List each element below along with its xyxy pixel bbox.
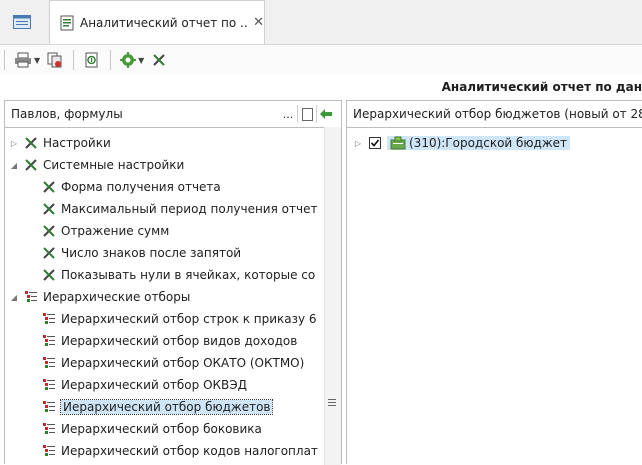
tree-item[interactable]: Отражение сумм — [27, 220, 169, 242]
tree-item-label: Иерархический отбор видов доходов — [61, 334, 298, 348]
tree-item[interactable]: Иерархический отбор боковика — [27, 418, 262, 440]
tree-item-label: Системные настройки — [43, 158, 185, 172]
tree-item-label: Иерархический отбор кодов налогоплат — [61, 444, 318, 458]
hierarchy-icon — [41, 399, 57, 415]
toolbar: ▼ ▼ — [0, 45, 642, 75]
tree-item[interactable]: Иерархический отбор строк к приказу 6 — [27, 308, 317, 330]
tree-item-label: Максимальный период получения отчет — [61, 202, 318, 216]
hierarchy-icon — [41, 377, 57, 393]
tools-icon — [153, 54, 166, 66]
tree-item[interactable]: Показывать нули в ячейках, которые со — [27, 264, 315, 286]
tree-item-label: Иерархический отбор бюджетов — [59, 399, 274, 415]
hierarchy-icon — [41, 355, 57, 371]
tree-item[interactable]: Иерархический отбор бюджетов — [27, 396, 274, 418]
printer-icon — [15, 52, 31, 68]
report-button[interactable] — [83, 49, 101, 71]
right-panel-title: Иерархический отбор бюджетов (новый от 2… — [353, 107, 642, 121]
tools-icon — [23, 157, 39, 173]
tree-item-label: Иерархический отбор ОКАТО (ОКТМО) — [61, 356, 305, 370]
budget-item[interactable]: (310):Городской бюджет — [387, 136, 571, 150]
tools-icon — [41, 223, 57, 239]
hierarchy-icon — [41, 421, 57, 437]
tools-icon — [41, 245, 57, 261]
document-info-icon — [85, 52, 98, 68]
hierarchy-icon — [41, 443, 57, 459]
expand-icon[interactable]: ▷ — [353, 139, 363, 148]
tree-item-label: Форма получения отчета — [61, 180, 221, 194]
expand-icon[interactable]: ▷ — [9, 139, 19, 148]
print-button[interactable]: ▼ — [14, 49, 40, 71]
tab-analytic-report[interactable]: Аналитический отчет по ... ✕ — [49, 0, 265, 44]
tree-item-label: Показывать нули в ячейках, которые со — [61, 268, 316, 282]
toolbar-separator — [4, 50, 5, 70]
parameters-tree-panel: Павлов, формулы ... ▷ Настройки ◢ Системные… — [4, 100, 342, 465]
tree-item[interactable]: ◢ Системные настройки — [9, 154, 184, 176]
tools-icon — [41, 201, 57, 217]
tree-item[interactable]: Форма получения отчета — [27, 176, 221, 198]
tools-button[interactable] — [150, 49, 168, 71]
window-icon — [13, 15, 31, 29]
document-icon — [301, 107, 313, 121]
tree-item-label: Число знаков после запятой — [61, 246, 242, 260]
left-panel-header: Павлов, формулы ... — [5, 101, 341, 128]
tree-item-label: Иерархические отборы — [43, 290, 191, 304]
left-panel-title: Павлов, формулы — [11, 107, 123, 121]
tree-item[interactable]: ▷ Настройки — [9, 132, 111, 154]
copy-button[interactable] — [46, 49, 64, 71]
tree-item-label: Иерархический отбор строк к приказу 6 — [61, 312, 317, 326]
tree-item-label: Иерархический отбор боковика — [61, 422, 262, 436]
hierarchy-icon — [23, 289, 39, 305]
tools-icon — [41, 267, 57, 283]
tree-item[interactable]: Число знаков после запятой — [27, 242, 241, 264]
back-button[interactable] — [316, 105, 335, 123]
tools-icon — [41, 179, 57, 195]
tree-item[interactable]: Иерархический отбор ОКАТО (ОКТМО) — [27, 352, 304, 374]
tab-label: Аналитический отчет по ... — [80, 15, 248, 30]
tree-item[interactable]: Иерархический отбор кодов налогоплат — [27, 440, 318, 462]
report-title: Аналитический отчет по дан — [441, 80, 642, 94]
vertical-scrollbar[interactable] — [324, 127, 341, 465]
hierarchy-icon — [41, 333, 57, 349]
expand-icon[interactable]: ◢ — [9, 161, 19, 170]
tree-item-label: Настройки — [43, 136, 111, 150]
gear-icon — [120, 52, 137, 68]
hierarchy-selection-panel: Иерархический отбор бюджетов (новый от 2… — [346, 100, 642, 464]
right-panel-header: Иерархический отбор бюджетов (новый от 2… — [347, 101, 642, 128]
tree-item[interactable]: Иерархический отбор ОКВЭД — [27, 374, 247, 396]
toolbar-separator — [73, 50, 75, 70]
tab-home[interactable] — [0, 2, 44, 42]
tree-item[interactable]: Максимальный период получения отчет — [27, 198, 317, 220]
tools-icon — [23, 135, 39, 151]
tree-item[interactable]: Иерархический отбор видов доходов — [27, 330, 297, 352]
checkbox[interactable] — [369, 137, 381, 149]
ellipsis-button[interactable]: ... — [279, 105, 297, 123]
checkbox-checked-icon — [369, 137, 381, 149]
close-icon[interactable]: ✕ — [253, 15, 264, 30]
report-icon — [60, 15, 74, 31]
settings-button[interactable]: ▼ — [120, 49, 144, 71]
tree-item-label: Иерархический отбор ОКВЭД — [61, 378, 248, 392]
toolbar-separator — [110, 50, 112, 70]
chevron-down-icon[interactable]: ▼ — [34, 56, 40, 65]
arrow-back-icon — [320, 109, 332, 119]
budget-tree-row[interactable]: ▷ (310):Городской бюджет — [353, 132, 571, 154]
scroll-grip-icon[interactable] — [328, 399, 336, 407]
budget-icon — [390, 136, 406, 150]
expand-icon[interactable]: ◢ — [9, 293, 19, 302]
tree-item-label: Отражение сумм — [61, 224, 170, 238]
copy-document-icon — [47, 52, 62, 68]
chevron-down-icon[interactable]: ▼ — [138, 56, 144, 65]
budget-label: (310):Городской бюджет — [409, 136, 568, 150]
tree-item[interactable]: ◢ Иерархические отборы — [9, 286, 190, 308]
hierarchy-icon — [41, 311, 57, 327]
new-document-button[interactable] — [297, 105, 316, 123]
